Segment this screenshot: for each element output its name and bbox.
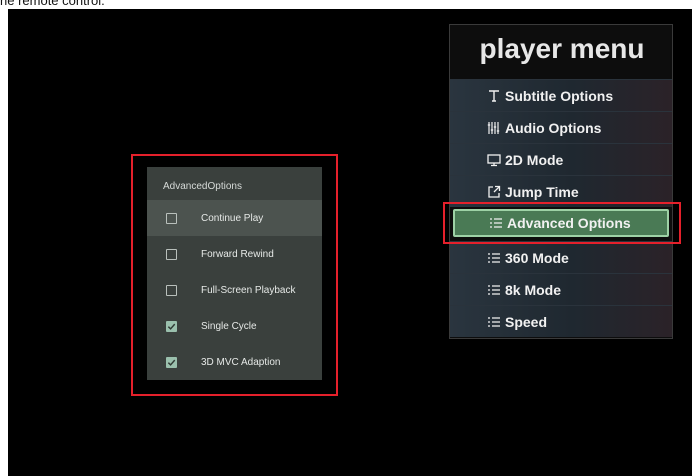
list-icon [486, 250, 502, 266]
menu-item-speed[interactable]: Speed [450, 305, 672, 337]
menu-item-label: Speed [505, 313, 548, 330]
menu-item-8k-mode[interactable]: 8k Mode [450, 273, 672, 305]
monitor-icon [486, 152, 502, 168]
menu-item-360-mode[interactable]: 360 Mode [450, 241, 672, 273]
player-menu: player menu Subtitle Options Audio Optio… [449, 24, 673, 339]
player-menu-title: player menu [479, 33, 645, 64]
menu-item-label: Audio Options [505, 119, 602, 136]
menu-item-label: Jump Time [505, 183, 579, 200]
menu-item-subtitle-options[interactable]: Subtitle Options [450, 79, 672, 111]
menu-item-label: 8k Mode [505, 281, 562, 298]
annotation-box-advanced-options [443, 202, 681, 244]
text-icon [486, 88, 502, 104]
menu-item-2d-mode[interactable]: 2D Mode [450, 143, 672, 175]
external-link-icon [486, 184, 502, 200]
menu-item-label: Subtitle Options [505, 87, 614, 104]
annotation-box-dialog [131, 154, 338, 396]
menu-item-label: 360 Mode [505, 249, 569, 266]
menu-item-label: 2D Mode [505, 151, 564, 168]
list-icon [486, 314, 502, 330]
list-icon [486, 282, 502, 298]
menu-item-audio-options[interactable]: Audio Options [450, 111, 672, 143]
caption-text: he remote control. [0, 0, 105, 8]
equalizer-icon [486, 120, 502, 136]
